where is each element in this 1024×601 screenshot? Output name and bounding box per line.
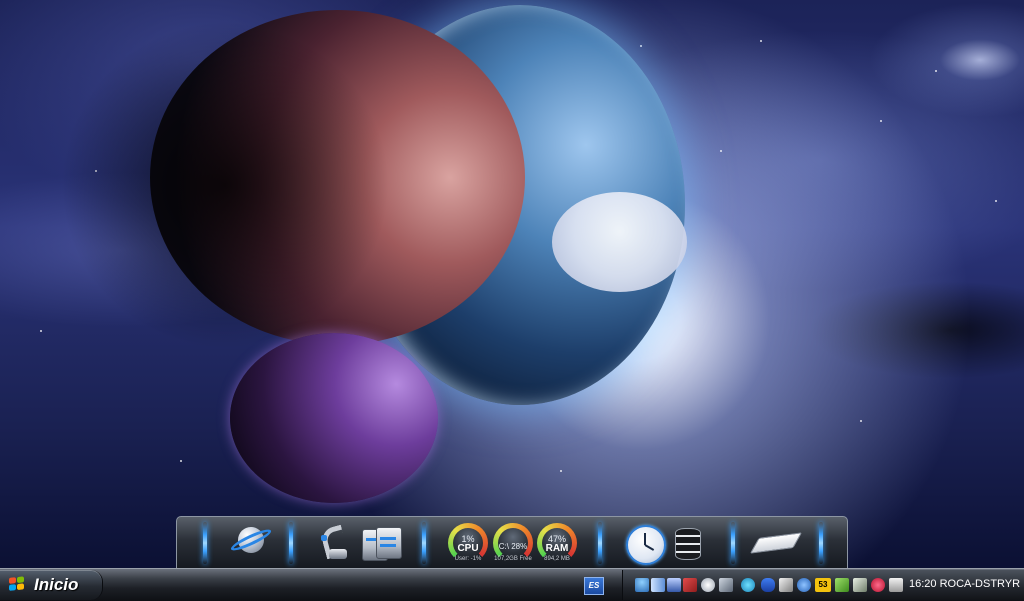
star: [935, 70, 937, 72]
desktop-wallpaper: [0, 0, 1024, 568]
system-tray: 53 16:20 ROCA-DSTRYR: [622, 570, 1024, 600]
star: [995, 200, 997, 202]
saturn-browser-icon[interactable]: [228, 523, 274, 563]
start-label: Inicio: [34, 575, 79, 594]
bluetooth-icon[interactable]: [761, 578, 775, 592]
star: [40, 330, 42, 332]
dock-bar: 1% CPU User: -1% C:\ 28% 107,2GB Free 47…: [176, 516, 848, 568]
cpu-gauge[interactable]: 1% CPU User: -1%: [447, 522, 489, 564]
cpu-label: CPU: [457, 543, 479, 554]
star: [720, 150, 722, 152]
sync-icon[interactable]: [741, 578, 755, 592]
network-tools-icon[interactable]: [719, 578, 733, 592]
star: [880, 120, 882, 122]
antivirus-icon[interactable]: [871, 578, 885, 592]
dark-nebula: [60, 20, 390, 350]
download-icon[interactable]: [835, 578, 849, 592]
drive-slot: [380, 544, 396, 547]
star: [860, 420, 862, 422]
language-indicator[interactable]: ES: [584, 577, 604, 595]
logo-green: [17, 576, 24, 584]
scanner-accent: [321, 535, 327, 541]
ram-gauge[interactable]: 47% RAM 894,2 MB: [536, 522, 578, 564]
pen-icon[interactable]: [779, 578, 793, 592]
cylinder-icon[interactable]: [673, 523, 703, 563]
star: [760, 40, 762, 42]
star: [560, 470, 562, 472]
computer-name: ROCA-DSTRYR: [939, 578, 1021, 590]
scanner-base: [329, 549, 347, 559]
eraser-shape: [749, 532, 803, 554]
wireless-icon[interactable]: [651, 578, 665, 592]
purple-planet: [230, 333, 438, 503]
number-badge-icon[interactable]: 53: [815, 578, 831, 592]
settings-icon[interactable]: [797, 578, 811, 592]
network-icon[interactable]: [635, 578, 649, 592]
speaker-icon[interactable]: [701, 578, 715, 592]
star: [640, 45, 642, 47]
disk-gauge[interactable]: C:\ 28% 107,2GB Free: [492, 522, 534, 564]
dock-separator: [422, 522, 426, 564]
ram-sub: 894,2 MB: [544, 556, 570, 562]
dock-separator: [289, 522, 293, 564]
taskbar: Inicio ES 53 16:20 ROCA-DSTRYR: [0, 568, 1024, 601]
cylinder-body: [675, 528, 701, 560]
windows-logo-icon: [9, 576, 26, 594]
scanner-icon[interactable]: [317, 523, 357, 563]
drive-slot: [380, 537, 396, 540]
remove-hardware-icon[interactable]: [683, 578, 697, 592]
white-moon: [552, 192, 687, 292]
clock-readout[interactable]: 16:20 ROCA-DSTRYR: [909, 578, 1020, 590]
drive-box: [376, 527, 402, 559]
logo-blue: [9, 584, 16, 591]
disk-value: C:\ 28%: [498, 542, 528, 551]
graph-icon[interactable]: [853, 578, 867, 592]
logo-red: [9, 577, 16, 584]
dock-separator: [819, 522, 823, 564]
display-icon[interactable]: [667, 578, 681, 592]
clock-icon[interactable]: [625, 524, 666, 565]
star: [180, 460, 182, 462]
dock-separator: [203, 522, 207, 564]
printer-icon[interactable]: [889, 578, 903, 592]
dock-separator: [731, 522, 735, 564]
dock-separator: [598, 522, 602, 564]
clock-time: 16:20: [909, 578, 937, 590]
drives-icon[interactable]: [360, 525, 402, 561]
ram-label: RAM: [545, 543, 569, 554]
eraser-icon[interactable]: [749, 529, 803, 557]
start-button[interactable]: Inicio: [0, 570, 103, 600]
logo-yellow: [17, 583, 24, 591]
